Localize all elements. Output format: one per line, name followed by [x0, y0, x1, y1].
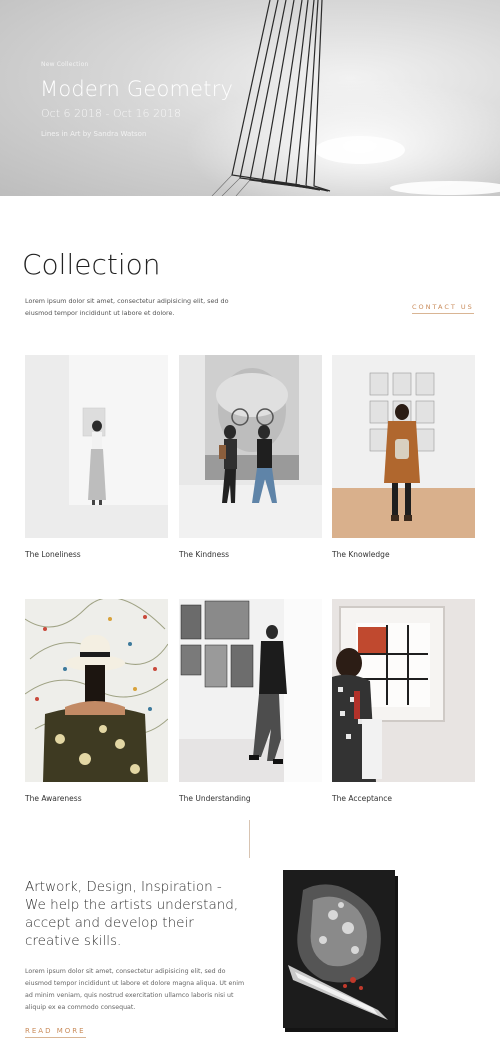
collection-card-understanding[interactable]: The Understanding	[179, 599, 322, 803]
section-divider	[249, 820, 250, 858]
featured-artwork-image	[283, 870, 398, 1032]
hero-kicker: New Collection	[41, 61, 89, 68]
artwork-image[interactable]	[332, 355, 475, 538]
collection-card-kindness[interactable]: The Kindness	[179, 355, 322, 559]
collection-card-loneliness[interactable]: The Loneliness	[25, 355, 168, 559]
artwork-image[interactable]	[332, 599, 475, 782]
collection-card-caption[interactable]: The Acceptance	[332, 794, 392, 803]
hero-banner: New Collection Modern Geometry Oct 6 201…	[0, 0, 500, 196]
collection-description: Lorem ipsum dolor sit amet, consectetur …	[25, 297, 229, 317]
contact-us-link[interactable]: CONTACT US	[412, 303, 474, 314]
hero-byline: Lines in Art by Sandra Watson	[41, 130, 147, 138]
collection-title: Collection	[22, 248, 161, 281]
collection-card-caption[interactable]: The Understanding	[179, 794, 251, 803]
hero-title: Modern Geometry	[40, 77, 234, 101]
collection-card-caption[interactable]: The Knowledge	[332, 550, 390, 559]
hero-dates: Oct 6 2018 - Oct 16 2018	[41, 107, 181, 120]
about-heading: Artwork, Design, Inspiration - We help t…	[25, 879, 239, 949]
collection-card-caption[interactable]: The Awareness	[25, 794, 82, 803]
collection-card-caption[interactable]: The Kindness	[179, 550, 229, 559]
collection-card-caption[interactable]: The Loneliness	[25, 550, 81, 559]
artwork-image[interactable]	[25, 599, 168, 782]
artwork-image[interactable]	[25, 355, 168, 538]
read-more-link[interactable]: READ MORE	[25, 1027, 86, 1038]
collection-card-awareness[interactable]: The Awareness	[25, 599, 168, 803]
collection-card-acceptance[interactable]: The Acceptance	[332, 599, 475, 803]
about-body: Lorem ipsum dolor sit amet, consectetur …	[25, 968, 245, 1011]
collection-card-knowledge[interactable]: The Knowledge	[332, 355, 475, 559]
artwork-image[interactable]	[179, 599, 322, 782]
artwork-image[interactable]	[179, 355, 322, 538]
